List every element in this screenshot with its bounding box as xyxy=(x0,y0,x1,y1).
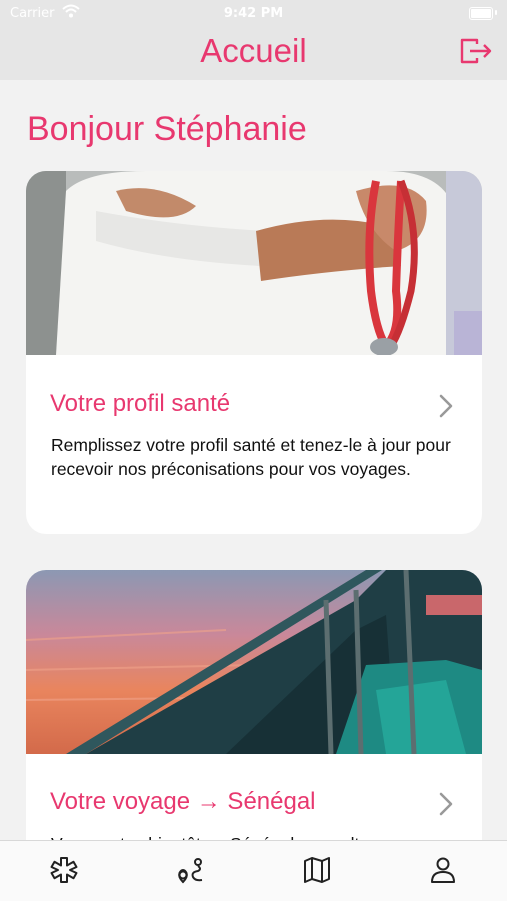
route-icon[interactable] xyxy=(176,855,206,885)
health-profile-title: Votre profil santé xyxy=(50,390,231,417)
battery-icon xyxy=(469,7,493,20)
status-time: 9:42 PM xyxy=(223,6,284,21)
boat-on-pink-lake-photo xyxy=(26,570,482,754)
chevron-right-icon xyxy=(439,792,453,816)
status-bar: Carrier 9:42 PM xyxy=(0,0,507,28)
profile-icon[interactable] xyxy=(428,855,458,885)
greeting-heading: Bonjour Stéphanie xyxy=(27,110,307,148)
medical-star-icon[interactable] xyxy=(49,855,79,885)
home-content[interactable]: Bonjour Stéphanie Votre profil santé Rem… xyxy=(0,80,507,840)
nav-bar: Accueil xyxy=(0,28,507,80)
trip-card[interactable]: Votre voyage → Sénégal Vous partez bient… xyxy=(26,570,482,840)
health-profile-description: Remplissez votre profil santé et tenez-l… xyxy=(51,435,451,479)
tab-bar xyxy=(0,840,507,901)
health-profile-card[interactable]: Votre profil santé Remplissez votre prof… xyxy=(26,171,482,534)
trip-description: Vous partez bientôt au Sénégal, consulte… xyxy=(51,832,461,840)
page-title: Accueil xyxy=(200,32,307,69)
logout-icon[interactable] xyxy=(459,36,493,66)
trip-title: Votre voyage → Sénégal xyxy=(50,788,316,815)
chevron-right-icon xyxy=(439,394,453,418)
doctor-with-stethoscope-photo xyxy=(26,171,482,355)
map-icon[interactable] xyxy=(302,855,332,885)
